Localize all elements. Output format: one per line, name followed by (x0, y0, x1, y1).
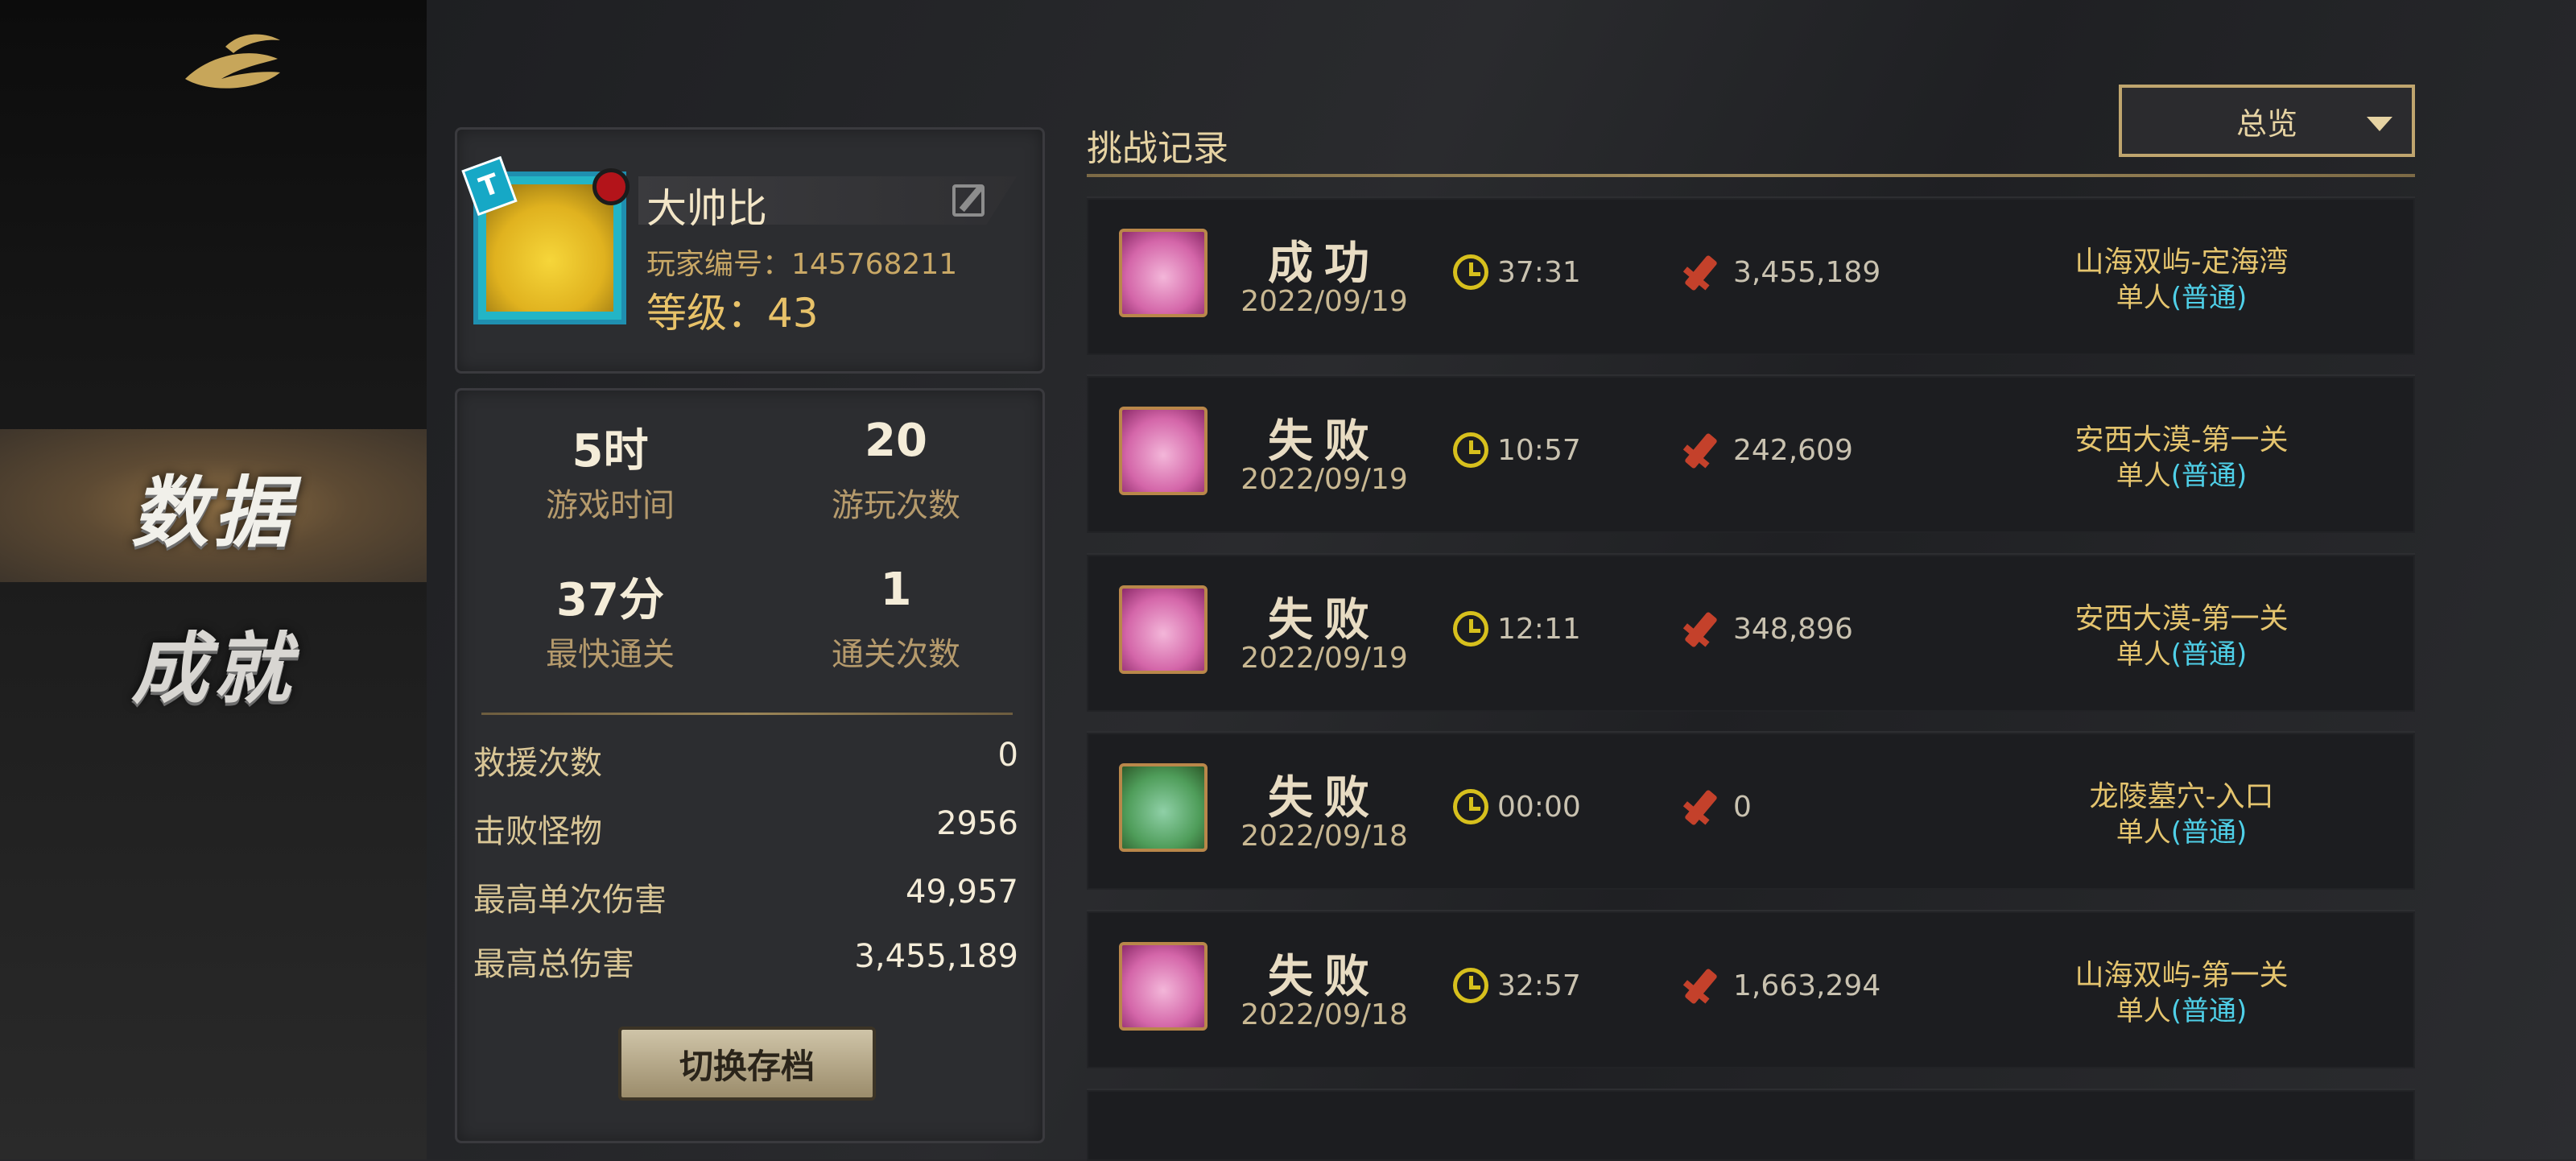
record-result: 成功 (1268, 238, 1381, 290)
record-date: 2022/09/19 (1241, 463, 1408, 496)
switch-save-button[interactable]: 切换存档 (618, 1027, 876, 1101)
records-divider (1087, 174, 2415, 177)
record-row[interactable]: 失败 2022/09/18 00:00 0 龙陵墓穴-入口 单人(普通) (1087, 731, 2415, 890)
record-time: 32:57 (1497, 969, 1581, 1002)
record-damage: 242,609 (1733, 434, 1853, 467)
record-result: 失败 (1268, 594, 1381, 647)
sword-icon (1684, 254, 1718, 291)
edit-name-icon[interactable] (952, 184, 985, 217)
player-id: 玩家编号：145768211 (646, 248, 958, 281)
fastest-clear-label: 最快通关 (546, 636, 675, 673)
record-row[interactable]: 失败 2022/09/19 10:57 242,609 安西大漠-第一关 单人(… (1087, 374, 2415, 533)
record-date: 2022/09/19 (1241, 285, 1408, 318)
clear-count-label: 通关次数 (832, 636, 960, 673)
record-stage: 龙陵墓穴-入口 (2089, 780, 2274, 813)
play-count-value: 20 (865, 415, 927, 467)
record-time: 37:31 (1497, 256, 1581, 289)
records-title: 挑战记录 (1087, 128, 1228, 169)
records-filter-dropdown[interactable]: 总览 (2119, 85, 2415, 157)
record-stage: 安西大漠-第一关 (2074, 423, 2289, 457)
record-row[interactable]: 失败 2022/09/18 32:57 1,663,294 山海双屿-第一关 单… (1087, 910, 2415, 1068)
clock-icon (1453, 611, 1488, 647)
sword-icon (1684, 432, 1718, 469)
max-single-damage-label: 最高单次伤害 (473, 882, 667, 919)
nav-tab-achievement[interactable]: 成就 (0, 585, 427, 738)
record-mode-difficulty: (普通) (2170, 816, 2248, 849)
fastest-clear-value: 37分 (556, 574, 664, 626)
player-name: 大帅比 (646, 185, 767, 232)
sword-icon (1684, 611, 1718, 648)
notification-dot-icon (592, 168, 630, 205)
chevron-down-icon (2367, 117, 2392, 131)
record-mode-prefix: 单人 (2116, 460, 2171, 492)
player-level: 等级：43 (646, 290, 819, 337)
max-total-damage-label: 最高总伤害 (473, 946, 634, 983)
clock-icon (1453, 968, 1488, 1003)
nav-tab-achievement-label: 成就 (131, 623, 295, 714)
play-count-label: 游玩次数 (832, 487, 960, 524)
record-mode: 单人(普通) (2013, 810, 2351, 849)
nav-tab-data[interactable]: 数据 (0, 429, 427, 582)
record-time: 00:00 (1497, 791, 1581, 824)
record-mode: 单人(普通) (2013, 632, 2351, 671)
clock-icon (1453, 432, 1488, 468)
play-time-label: 游戏时间 (546, 487, 675, 524)
record-row[interactable]: 失败 2022/09/19 12:11 348,896 安西大漠-第一关 单人(… (1087, 553, 2415, 712)
max-single-damage-value: 49,957 (906, 874, 1018, 911)
record-result: 失败 (1268, 951, 1381, 1003)
record-damage: 3,455,189 (1733, 256, 1881, 289)
clock-icon (1453, 789, 1488, 824)
record-character-avatar (1119, 229, 1208, 317)
stats-divider (481, 713, 1013, 715)
records-filter-value: 总览 (2235, 105, 2297, 142)
record-stage: 安西大漠-第一关 (2074, 602, 2289, 635)
record-character-avatar (1119, 763, 1208, 852)
stats-panel: 5时 游戏时间 20 游玩次数 37分 最快通关 1 通关次数 救援次数 0 击… (455, 388, 1045, 1143)
monsters-defeated-label: 击败怪物 (473, 813, 602, 850)
monsters-defeated-value: 2956 (936, 805, 1018, 842)
record-damage: 348,896 (1733, 613, 1853, 646)
record-date: 2022/09/19 (1241, 642, 1408, 675)
record-mode: 单人(普通) (2013, 275, 2351, 315)
nav-tab-data-label: 数据 (131, 467, 295, 558)
rescue-count-value: 0 (997, 737, 1018, 774)
record-result: 失败 (1268, 415, 1381, 468)
record-mode-difficulty: (普通) (2170, 460, 2248, 492)
record-mode: 单人(普通) (2013, 989, 2351, 1028)
record-stage: 山海双屿-定海湾 (2074, 246, 2289, 279)
record-character-avatar (1119, 585, 1208, 674)
sword-icon (1684, 789, 1718, 826)
record-mode-prefix: 单人 (2116, 816, 2171, 849)
record-character-avatar (1119, 407, 1208, 495)
player-avatar[interactable]: T (461, 155, 630, 324)
record-mode-prefix: 单人 (2116, 995, 2171, 1027)
record-mode-difficulty: (普通) (2170, 282, 2248, 314)
game-logo-icon[interactable] (177, 23, 290, 95)
play-time-value: 5时 (572, 425, 649, 477)
profile-card: T 大帅比 玩家编号：145768211 等级：43 (455, 127, 1045, 374)
sidebar: 数据 成就 (0, 0, 427, 1159)
record-row-partial[interactable] (1087, 1089, 2415, 1161)
record-date: 2022/09/18 (1241, 820, 1408, 853)
record-result: 失败 (1268, 772, 1381, 824)
record-mode-prefix: 单人 (2116, 282, 2171, 314)
clock-icon (1453, 254, 1488, 290)
record-character-avatar (1119, 942, 1208, 1031)
clear-count-value: 1 (880, 564, 912, 616)
rescue-count-label: 救援次数 (473, 745, 602, 782)
record-time: 12:11 (1497, 613, 1581, 646)
record-date: 2022/09/18 (1241, 998, 1408, 1031)
record-stage: 山海双屿-第一关 (2074, 959, 2289, 992)
max-total-damage-value: 3,455,189 (854, 938, 1018, 975)
record-mode-difficulty: (普通) (2170, 995, 2248, 1027)
record-damage: 1,663,294 (1733, 969, 1881, 1002)
record-damage: 0 (1733, 791, 1752, 824)
sword-icon (1684, 968, 1718, 1005)
record-mode-prefix: 单人 (2116, 638, 2171, 671)
record-row[interactable]: 成功 2022/09/19 37:31 3,455,189 山海双屿-定海湾 单… (1087, 196, 2415, 355)
record-mode: 单人(普通) (2013, 453, 2351, 493)
record-mode-difficulty: (普通) (2170, 638, 2248, 671)
record-time: 10:57 (1497, 434, 1581, 467)
